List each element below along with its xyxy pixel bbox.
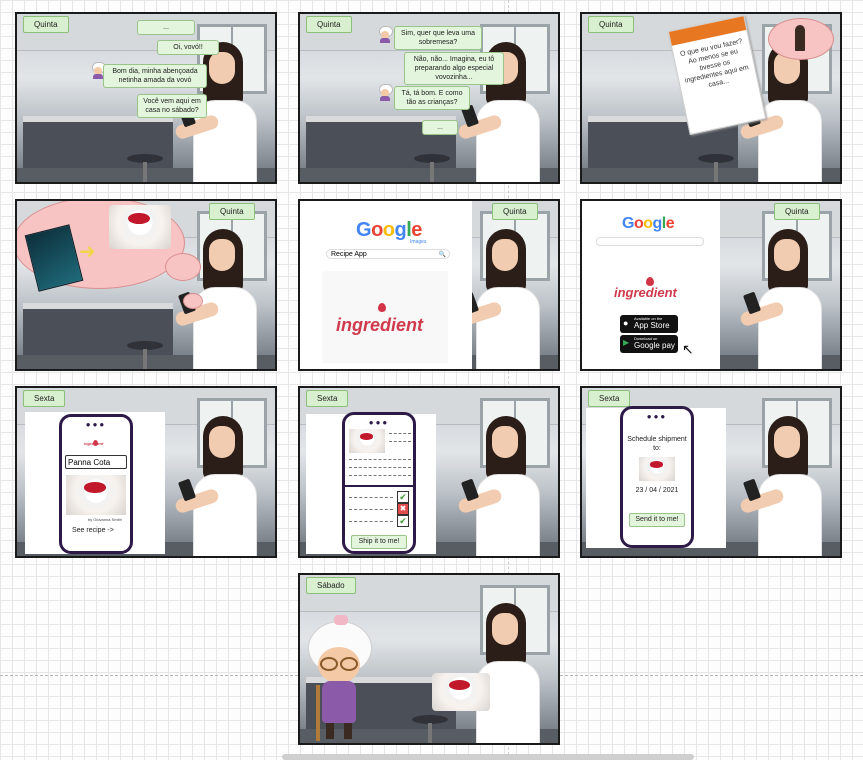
day-tag: Quinta [306, 16, 352, 33]
chat-bubble: Não, não... Imagina, eu tô preparando al… [404, 52, 504, 85]
ingredient-logo-card: ingredient [322, 271, 448, 363]
storyboard-frame-6[interactable]: Quinta Google ingredient ● Available on … [580, 199, 842, 371]
day-tag: Sábado [306, 577, 356, 594]
text-line [349, 475, 411, 477]
recipe-search-input[interactable]: Panna Cota [65, 455, 127, 469]
chat-bubble: Bom dia, minha abençoada netinha amada d… [103, 64, 207, 88]
stool [414, 154, 450, 182]
search-icon[interactable]: 🔍 [439, 250, 446, 260]
search-value: Recipe App [331, 251, 367, 258]
storyboard-frame-8[interactable]: Sexta ●●● ✔ ✖ ✔ Ship it to me! [298, 386, 560, 558]
chat-bubble: ... [422, 120, 458, 135]
storyboard-frame-5[interactable]: Quinta Google Images Recipe App 🔍 ingred… [298, 199, 560, 371]
search-input[interactable]: Recipe App 🔍 [326, 249, 450, 259]
search-input[interactable] [596, 237, 704, 246]
day-tag: Quinta [774, 203, 820, 220]
recipe-author: by Giovanna Smith [88, 517, 122, 522]
google-logo: Google [622, 215, 675, 232]
phone-notch: ●●● [85, 420, 107, 429]
day-tag: Quinta [209, 203, 255, 220]
panna-cotta-image [639, 457, 675, 481]
phone-mockup: ●●● ingredient Panna Cota by Giovanna Sm… [59, 414, 133, 554]
app-store-label: App Store [634, 321, 670, 330]
stool [698, 154, 734, 182]
chat-bubble: Oi, vovó!! [157, 40, 219, 55]
text-line [349, 459, 411, 461]
text-line [349, 467, 411, 469]
day-tag: Sexta [588, 390, 631, 407]
woman-with-phone [173, 416, 267, 556]
checkbox-checked-icon[interactable]: ✔ [397, 515, 409, 527]
ingredient-line [349, 497, 393, 499]
day-tag: Quinta [23, 16, 69, 33]
woman-with-phone [738, 416, 832, 556]
person-silhouette-icon [795, 25, 805, 51]
panna-cotta-image [109, 205, 171, 249]
day-tag: Sexta [23, 390, 66, 407]
text-line [389, 433, 411, 435]
google-search-panel: Google Images Recipe App 🔍 ingredient [300, 201, 472, 369]
apple-icon: ● [623, 318, 629, 328]
schedule-title: Schedule shipment to: [627, 436, 687, 452]
day-tag: Quinta [492, 203, 538, 220]
storyboard-frame-10[interactable]: Sábado [298, 573, 560, 745]
google-play-button[interactable]: ▶ Download on Google pay [620, 335, 678, 353]
day-tag: Quinta [588, 16, 634, 33]
chat-bubble: ... [137, 20, 195, 35]
thought-cloud-tiny [183, 293, 203, 309]
panna-cotta-image [66, 475, 126, 515]
send-it-button[interactable]: Send it to me! [629, 513, 685, 527]
checkbox-checked-icon[interactable]: ✔ [397, 491, 409, 503]
stool [127, 341, 163, 369]
chat-bubble: Sim, quer que leva uma sobremesa? [394, 26, 482, 50]
woman-with-phone [738, 229, 832, 369]
chat-bubble: Você vem aqui em casa no sábado? [137, 94, 207, 118]
day-tag: Sexta [306, 390, 349, 407]
thought-cloud-small [165, 253, 201, 281]
divider [345, 485, 413, 487]
storyboard-frame-4[interactable]: Quinta ➜ [15, 199, 277, 371]
woman-with-phone [456, 416, 550, 556]
storyboard-frame-2[interactable]: Quinta Sim, quer que leva uma sobremesa?… [298, 12, 560, 184]
grandma-character [304, 615, 374, 743]
stool [127, 154, 163, 182]
text-line [389, 441, 411, 443]
app-store-button[interactable]: ● Available on the App Store [620, 315, 678, 333]
ingredient-line [349, 509, 393, 511]
storyboard-frame-3[interactable]: Quinta O que eu vou fazer? Ao menos se e… [580, 12, 842, 184]
ingredient-logo: ingredient [614, 285, 677, 300]
thought-cloud [768, 18, 834, 60]
phone-notch: ●●● [646, 412, 668, 421]
cursor-icon: ↖ [682, 341, 694, 357]
checkbox-crossed-icon[interactable]: ✖ [397, 503, 409, 515]
storyboard-frame-1[interactable]: Quinta ... Oi, vovó!! Bom dia, minha abe… [15, 12, 277, 184]
stool [412, 715, 448, 743]
grandma-avatar-icon [378, 26, 393, 43]
storyboard-frame-7[interactable]: Sexta ●●● ingredient Panna Cota by Giova… [15, 386, 277, 558]
glasses-icon [320, 657, 358, 671]
ingredient-small-logo: ingredient [84, 441, 104, 446]
see-recipe-link[interactable]: See recipe -> [72, 527, 114, 534]
ingredient-line [349, 521, 393, 523]
ingredient-logo: ingredient [336, 315, 424, 335]
google-play-label: Google pay [634, 341, 675, 350]
chat-bubble: Tá, tá bom. E como tão as crianças? [394, 86, 470, 110]
panna-cotta-image [349, 429, 385, 453]
phone-mockup: ●●● Schedule shipment to: 23 / 04 / 2021… [620, 406, 694, 548]
arrow-right-icon: ➜ [79, 241, 96, 263]
phone-notch: ●●● [368, 418, 390, 427]
app-download-panel: Google ingredient ● Available on the App… [582, 201, 720, 369]
phone-mockup: ●●● ✔ ✖ ✔ Ship it to me! [342, 412, 416, 554]
horizontal-scrollbar[interactable] [282, 754, 694, 760]
ship-it-button[interactable]: Ship it to me! [351, 535, 407, 549]
panna-cotta-plate [432, 673, 490, 711]
play-icon: ▶ [623, 338, 630, 347]
grandma-avatar-icon [378, 84, 393, 101]
storyboard-frame-9[interactable]: Sexta ●●● Schedule shipment to: 23 / 04 … [580, 386, 842, 558]
shipment-date[interactable]: 23 / 04 / 2021 [627, 487, 687, 494]
google-images-label: Images [410, 239, 427, 245]
